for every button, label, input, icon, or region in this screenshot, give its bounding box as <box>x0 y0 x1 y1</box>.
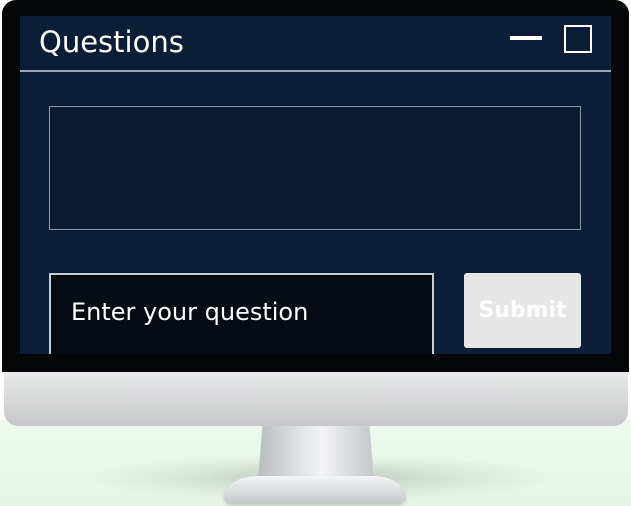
maximize-icon[interactable] <box>564 25 592 53</box>
monitor-stand-neck <box>258 424 374 480</box>
question-input[interactable] <box>49 273 434 354</box>
window-title-bar: Questions <box>20 16 611 72</box>
answer-output-area <box>49 106 581 230</box>
submit-button[interactable]: Submit <box>464 273 581 348</box>
monitor-chin <box>4 370 628 426</box>
window-title: Questions <box>39 25 184 59</box>
minimize-icon[interactable] <box>510 36 542 40</box>
monitor-stand-foot <box>224 476 406 504</box>
questions-window: Questions Submit <box>20 16 611 354</box>
